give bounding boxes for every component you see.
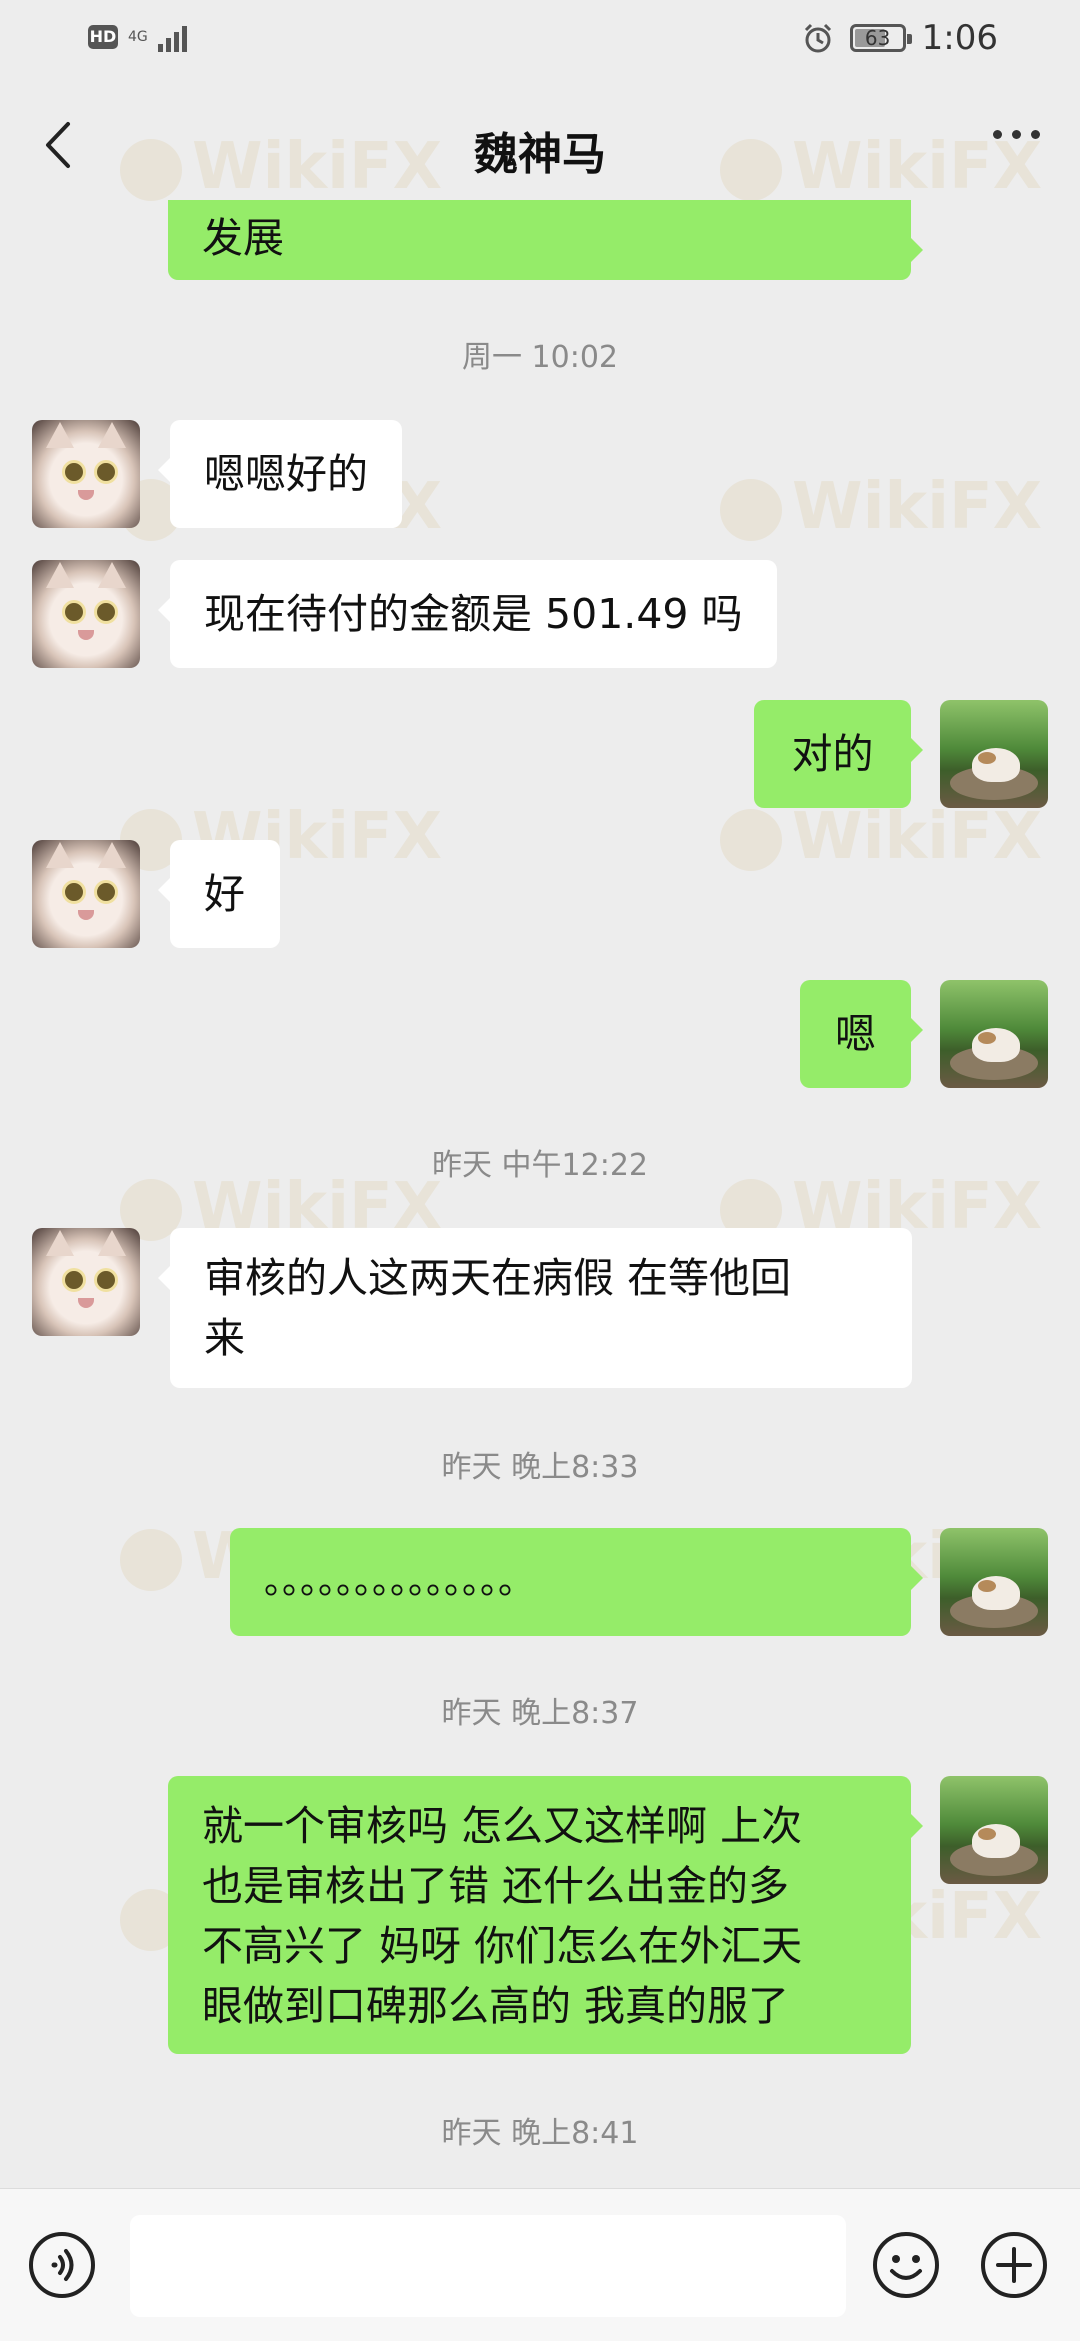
my-avatar[interactable] xyxy=(940,980,1048,1088)
battery-icon: 63 xyxy=(849,24,912,52)
message-bubble-incoming[interactable]: 好 xyxy=(158,840,280,948)
message-line: 就一个审核吗 怎么又这样啊 上次 xyxy=(202,1802,803,1850)
status-right: 63 1:06 xyxy=(802,18,998,58)
message-line: 也是审核出了错 还什么出金的多 xyxy=(202,1862,790,1910)
signal-icon xyxy=(157,22,187,52)
emoji-icon[interactable] xyxy=(872,2231,940,2299)
contact-avatar[interactable] xyxy=(32,560,140,668)
network-label: 4G xyxy=(128,29,148,45)
message-text: 。。。。。。。。。。。。。。 xyxy=(264,1561,535,1602)
message-input[interactable] xyxy=(130,2215,846,2317)
timestamp: 昨天 晚上8:41 xyxy=(441,2116,639,2151)
message-text: 嗯 xyxy=(835,1010,876,1058)
alarm-icon xyxy=(804,23,831,53)
message-text: 对的 xyxy=(791,730,874,778)
timestamp: 昨天 晚上8:33 xyxy=(441,1450,639,1485)
my-avatar[interactable] xyxy=(940,1776,1048,1884)
status-left: HD 4G xyxy=(88,22,187,52)
timestamp: 昨天 中午12:22 xyxy=(432,1148,648,1183)
message-bubble-outgoing[interactable]: 就一个审核吗 怎么又这样啊 上次 也是审核出了错 还什么出金的多 不高兴了 妈呀… xyxy=(168,1776,923,2054)
my-avatar[interactable] xyxy=(940,1528,1048,1636)
message-text: 嗯嗯好的 xyxy=(204,450,368,498)
message-text: 发展 xyxy=(202,214,284,262)
timestamp: 周一 10:02 xyxy=(462,340,618,375)
timestamp: 昨天 晚上8:37 xyxy=(441,1696,639,1731)
composer-bar xyxy=(0,2188,1080,2341)
more-icon[interactable] xyxy=(993,130,1040,139)
message-bubble-outgoing[interactable]: 发展 xyxy=(168,200,923,280)
message-bubble-incoming[interactable]: 审核的人这两天在病假 在等他回 来 xyxy=(158,1228,912,1388)
watermark: WikiFX xyxy=(720,800,1042,874)
message-line: 不高兴了 妈呀 你们怎么在外汇天 xyxy=(202,1922,803,1970)
message-line: 审核的人这两天在病假 在等他回 xyxy=(204,1254,792,1302)
voice-input-icon[interactable] xyxy=(28,2231,96,2299)
watermark: WikiFX xyxy=(720,470,1042,544)
message-line: 眼做到口碑那么高的 我真的服了 xyxy=(202,1982,790,2030)
chat-title: 魏神马 xyxy=(474,129,606,180)
status-bar: HD 4G 63 1:06 xyxy=(0,0,1080,80)
hd-badge: HD xyxy=(88,25,118,49)
message-bubble-incoming[interactable]: 嗯嗯好的 xyxy=(158,420,402,528)
battery-level: 63 xyxy=(864,26,891,50)
chat-header: 魏神马 xyxy=(0,80,1080,210)
message-bubble-outgoing[interactable]: 对的 xyxy=(754,700,923,808)
message-bubble-incoming[interactable]: 现在待付的金额是 501.49 吗 xyxy=(158,560,777,668)
message-text: 现在待付的金额是 501.49 吗 xyxy=(204,590,743,638)
contact-avatar[interactable] xyxy=(32,840,140,948)
contact-avatar[interactable] xyxy=(32,1228,140,1336)
clock: 1:06 xyxy=(921,18,998,58)
plus-icon[interactable] xyxy=(980,2231,1048,2299)
message-line: 来 xyxy=(204,1314,245,1362)
message-bubble-outgoing[interactable]: 。。。。。。。。。。。。。。 xyxy=(230,1528,923,1636)
watermark: WikiFX xyxy=(120,800,442,874)
contact-avatar[interactable] xyxy=(32,420,140,528)
message-bubble-outgoing[interactable]: 嗯 xyxy=(800,980,923,1088)
my-avatar[interactable] xyxy=(940,700,1048,808)
message-text: 好 xyxy=(204,870,245,918)
